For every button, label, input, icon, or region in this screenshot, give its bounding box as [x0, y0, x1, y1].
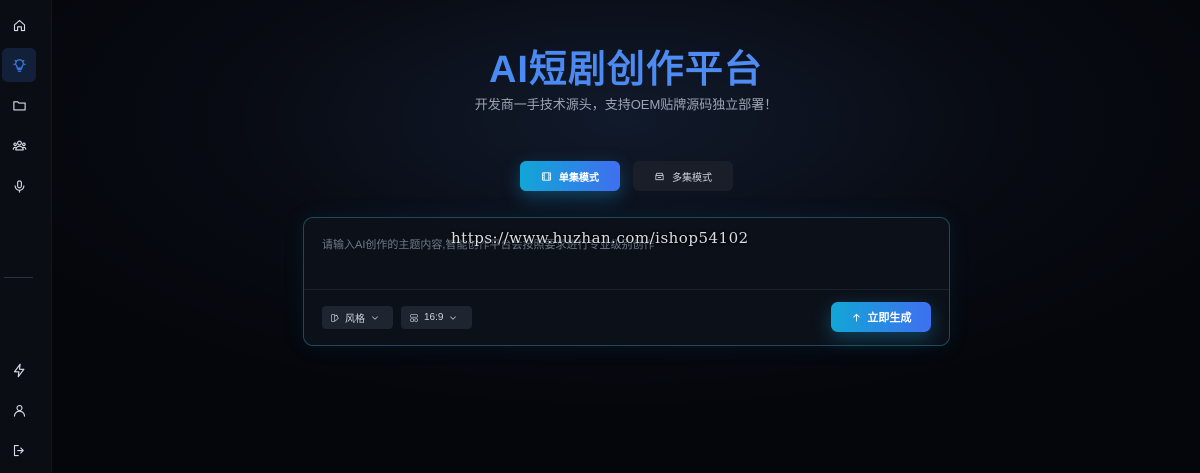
- lightning-icon: [13, 363, 24, 377]
- home-icon: [13, 19, 25, 31]
- logout-icon: [13, 444, 24, 456]
- style-select[interactable]: 风格: [322, 306, 393, 329]
- sidebar-item-characters[interactable]: [2, 128, 36, 162]
- chevron-down-icon: [450, 315, 457, 320]
- ratio-label: 16:9: [424, 312, 444, 323]
- single-episode-mode-button[interactable]: 单集模式: [520, 161, 620, 191]
- chevron-down-icon: [372, 315, 378, 320]
- page-subtitle: 开发商一手技术源头，支持OEM贴牌源码独立部署！: [474, 97, 778, 112]
- archive-icon: [655, 172, 664, 180]
- sidebar-item-profile[interactable]: [2, 393, 36, 427]
- app-root: AI短剧创作平台 开发商一手技术源头，支持OEM贴牌源码独立部署！ 单集模式 多…: [0, 0, 1200, 473]
- single-mode-label: 单集模式: [559, 172, 599, 184]
- film-icon: [541, 171, 552, 181]
- sidebar-item-voice[interactable]: [2, 169, 36, 203]
- sidebar-item-upgrade[interactable]: [2, 353, 36, 387]
- aspect-ratio-select[interactable]: 16:9: [401, 306, 472, 329]
- style-label: 风格: [345, 314, 365, 325]
- aspect-ratio-icon: [410, 313, 418, 322]
- palette-icon: [331, 313, 339, 322]
- generate-button[interactable]: 立即生成: [831, 302, 931, 332]
- prompt-panel: https://www.huzhan.com/ishop54102 风格 16:…: [303, 217, 950, 346]
- page-title: AI短剧创作平台: [0, 38, 1200, 93]
- generate-label: 立即生成: [867, 312, 912, 324]
- microphone-icon: [14, 179, 24, 193]
- multi-episode-mode-button[interactable]: 多集模式: [633, 161, 733, 191]
- sidebar-divider: [4, 277, 33, 278]
- multi-mode-label: 多集模式: [672, 172, 712, 184]
- arrow-up-icon: [852, 313, 860, 322]
- panel-divider: [304, 289, 949, 290]
- watermark-text: https://www.huzhan.com/ishop54102: [451, 229, 749, 247]
- sidebar-item-home[interactable]: [2, 8, 36, 42]
- users-icon: [12, 140, 26, 150]
- user-icon: [13, 404, 25, 417]
- sidebar-item-logout[interactable]: [2, 433, 36, 467]
